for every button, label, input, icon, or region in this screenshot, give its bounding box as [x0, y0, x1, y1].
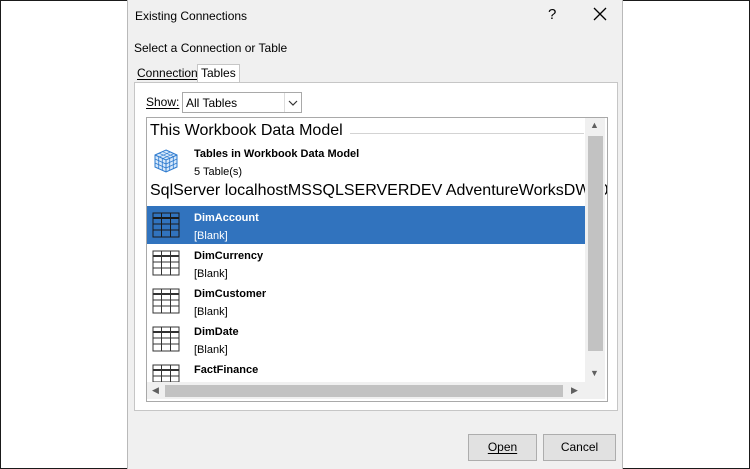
table-icon: [152, 250, 180, 276]
vertical-scroll-thumb[interactable]: [588, 136, 603, 351]
vertical-scrollbar[interactable]: ▲ ▼: [585, 118, 605, 382]
tab-tables[interactable]: Tables: [197, 64, 240, 83]
dialog-title: Existing Connections: [135, 9, 248, 23]
tab-tables-label: Tables: [201, 66, 236, 80]
group-divider: [350, 133, 584, 134]
list-item-workbook-data-model[interactable]: Tables in Workbook Data Model 5 Table(s): [147, 142, 585, 180]
scroll-up-icon[interactable]: ▲: [590, 120, 599, 130]
chevron-down-icon: [288, 100, 298, 106]
group-title: SqlServer localhostMSSQLSERVERDEV Advent…: [150, 182, 608, 199]
show-dropdown-value: All Tables: [186, 96, 238, 110]
show-dropdown[interactable]: All Tables: [182, 92, 302, 113]
show-label: Show:: [146, 95, 180, 109]
tab-connections[interactable]: Connections: [134, 65, 207, 82]
cancel-button[interactable]: Cancel: [543, 434, 616, 461]
list-item-dimcurrency[interactable]: DimCurrency [Blank]: [147, 244, 585, 282]
help-button[interactable]: ?: [548, 6, 556, 23]
list-item-dimaccount[interactable]: DimAccount [Blank]: [147, 206, 585, 244]
tables-panel: Show: All Tables This Workbook Data Mode…: [134, 82, 618, 411]
open-button[interactable]: Open: [468, 434, 537, 461]
item-name: DimDate: [194, 326, 239, 338]
table-icon: [152, 212, 180, 238]
group-title: This Workbook Data Model: [150, 122, 343, 139]
item-name: DimAccount: [194, 212, 259, 224]
scrollbar-corner: [585, 382, 605, 399]
scroll-left-icon[interactable]: ◀: [152, 385, 159, 396]
scroll-down-icon[interactable]: ▼: [590, 368, 599, 378]
table-icon: [152, 288, 180, 314]
item-name: FactFinance: [194, 364, 259, 376]
item-name: Tables in Workbook Data Model: [194, 148, 360, 160]
group-header-workbook-data-model: This Workbook Data Model: [150, 122, 584, 140]
item-name: DimCustomer: [194, 288, 267, 300]
item-name: DimCurrency: [194, 250, 264, 262]
close-icon[interactable]: [590, 4, 610, 24]
list-item-dimcustomer[interactable]: DimCustomer [Blank]: [147, 282, 585, 320]
data-model-cube-icon: [154, 149, 178, 173]
item-description: [Blank]: [194, 230, 228, 242]
item-description: [Blank]: [194, 306, 228, 318]
item-description: 5 Table(s): [194, 166, 243, 178]
horizontal-scroll-thumb[interactable]: [165, 385, 563, 397]
open-button-label: Open: [487, 440, 518, 454]
tab-connections-label: Connections: [137, 66, 204, 80]
horizontal-scrollbar[interactable]: ◀ ▶: [147, 382, 585, 399]
dialog-subtitle: Select a Connection or Table: [134, 41, 288, 55]
dropdown-button[interactable]: [284, 93, 301, 112]
scroll-right-icon[interactable]: ▶: [571, 385, 578, 396]
item-description: [Blank]: [194, 268, 228, 280]
item-description: [Blank]: [194, 344, 228, 356]
group-header-sqlserver: SqlServer localhostMSSQLSERVERDEV Advent…: [150, 182, 608, 200]
table-icon: [152, 326, 180, 352]
existing-connections-dialog: Existing Connections ? Select a Connecti…: [127, 0, 623, 469]
connections-list[interactable]: This Workbook Data Model Tables in Workb…: [146, 117, 608, 402]
list-item-dimdate[interactable]: DimDate [Blank]: [147, 320, 585, 358]
